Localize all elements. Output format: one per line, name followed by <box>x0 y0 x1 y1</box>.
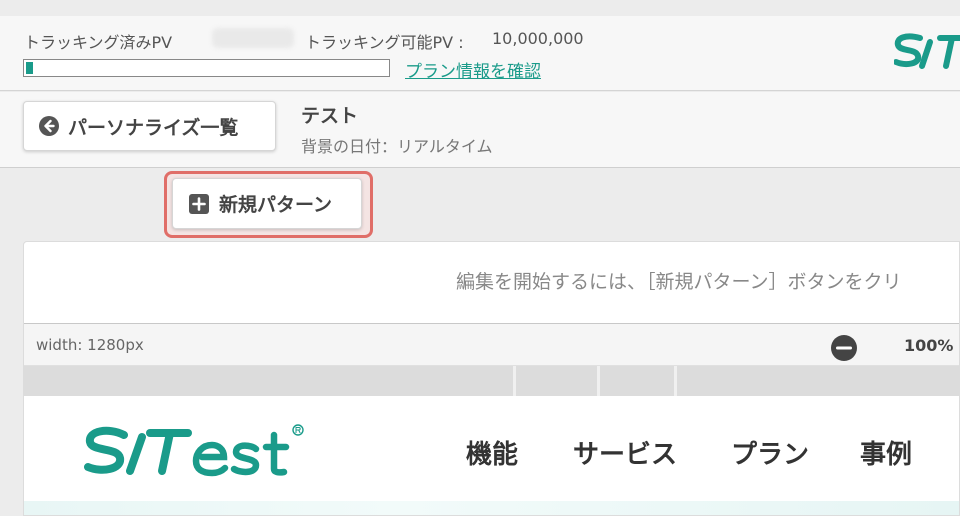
arrow-left-circle-icon <box>39 116 59 136</box>
zoom-level-select[interactable]: 100% ▾ <box>904 336 959 355</box>
trackable-pv-value: 10,000,000 <box>492 29 584 48</box>
plan-info-link[interactable]: プラン情報を確認 <box>405 57 541 82</box>
plus-square-icon <box>189 193 209 214</box>
preview-toolbar: width: 1280px 100% ▾ <box>24 324 959 366</box>
site-nav-cases[interactable]: 事例 <box>860 434 912 471</box>
sitest-logo-icon <box>894 33 960 69</box>
new-pattern-button[interactable]: 新規パターン <box>172 178 362 229</box>
site-nav-features[interactable]: 機能 <box>466 434 518 471</box>
tracked-pv-label: トラッキング済みPV <box>24 33 173 52</box>
grid-column <box>24 366 516 396</box>
sitest-logo <box>84 424 304 477</box>
site-nav-plans[interactable]: プラン <box>731 434 809 471</box>
preview-width-label: width: 1280px <box>36 336 144 354</box>
grid-column <box>516 366 600 396</box>
back-to-personalize-list-button[interactable]: パーソナライズ一覧 <box>23 101 276 151</box>
instruction-text: 編集を開始するには、［新規パターン］ボタンをクリ <box>456 271 902 293</box>
tracking-progress-bar <box>23 59 390 77</box>
column-grid-bar <box>24 366 959 396</box>
grid-column <box>600 366 677 396</box>
trackable-pv-label: トラッキング可能PV : <box>305 33 464 52</box>
new-pattern-label: 新規パターン <box>219 194 333 216</box>
tracking-bar: トラッキング済みPV トラッキング可能PV : 10,000,000 プラン情報… <box>0 16 960 91</box>
editor-panel: 編集を開始するには、［新規パターン］ボタンをクリ width: 1280px 1… <box>23 241 960 516</box>
back-button-label: パーソナライズ一覧 <box>68 116 239 139</box>
preview-hero-strip <box>24 501 959 515</box>
site-nav-services[interactable]: サービス <box>573 434 677 471</box>
page-title: テスト <box>301 105 359 127</box>
page-header: パーソナライズ一覧 テスト 背景の日付：リアルタイム <box>0 92 960 168</box>
tracked-pv-value-blurred <box>212 28 294 48</box>
tracking-progress-fill <box>26 62 33 74</box>
site-preview: 機能 サービス プラン 事例 <box>24 396 959 515</box>
background-date-text: 背景の日付：リアルタイム <box>301 137 493 156</box>
zoom-out-icon[interactable] <box>830 334 858 362</box>
